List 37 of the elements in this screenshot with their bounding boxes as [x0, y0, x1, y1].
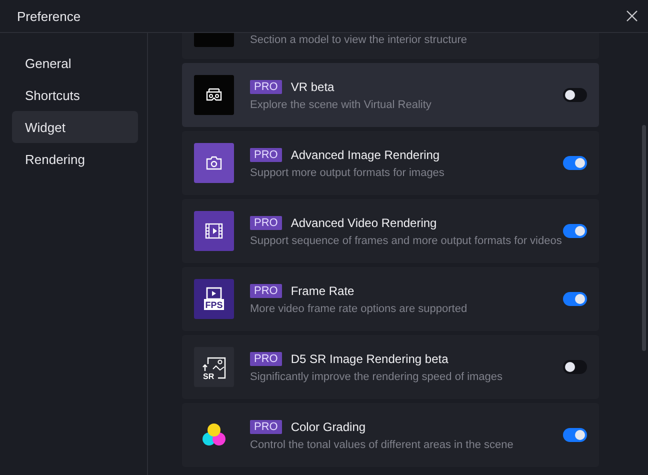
close-icon[interactable]	[626, 10, 638, 22]
widget-title: Advanced Video Rendering	[290, 216, 437, 230]
widget-title: Color Grading	[290, 420, 366, 434]
widget-description: Support more output formats for images	[250, 166, 446, 178]
toggle-switch[interactable]	[563, 360, 587, 374]
sidebar-item[interactable]: Widget	[12, 111, 138, 143]
toggle-switch[interactable]	[563, 428, 587, 442]
vr-headset-icon	[194, 75, 234, 115]
pro-badge: PRO	[250, 284, 282, 298]
scrollbar[interactable]	[642, 125, 646, 351]
widget-description: More video frame rate options are supported	[250, 302, 468, 314]
camera-icon	[194, 143, 234, 183]
sidebar-item[interactable]: General	[12, 47, 138, 79]
toggle-switch[interactable]	[563, 88, 587, 102]
widget-description: Explore the scene with Virtual Reality	[250, 98, 432, 110]
toggle-switch[interactable]	[563, 224, 587, 238]
widget-title: Advanced Image Rendering	[290, 148, 440, 162]
widget-description: Section a model to view the interior structure	[250, 34, 468, 46]
pro-badge: PRO	[250, 148, 282, 162]
widget-description: Support sequence of frames and more output formats for videos	[250, 234, 563, 246]
widget-description: Control the tonal values of different areas in the scene	[250, 438, 514, 450]
super-resolution-icon: SR	[194, 347, 234, 387]
widget-title: VR beta	[290, 80, 334, 94]
pro-badge: PRO	[250, 420, 282, 434]
sidebar-item[interactable]: Rendering	[12, 143, 138, 175]
widget-title: D5 SR Image Rendering beta	[290, 352, 448, 366]
toggle-switch[interactable]	[563, 292, 587, 306]
window-title: Preference	[17, 8, 81, 24]
pro-badge: PRO	[250, 352, 282, 366]
toggle-switch[interactable]	[563, 156, 587, 170]
pro-badge: PRO	[250, 216, 282, 230]
sidebar-item[interactable]: Shortcuts	[12, 79, 138, 111]
widget-title: Frame Rate	[290, 284, 354, 298]
film-icon	[194, 211, 234, 251]
widget-description: Significantly improve the rendering speed of images	[250, 370, 504, 382]
pro-badge: PRO	[250, 80, 282, 94]
fps-icon: FPS	[194, 279, 234, 319]
